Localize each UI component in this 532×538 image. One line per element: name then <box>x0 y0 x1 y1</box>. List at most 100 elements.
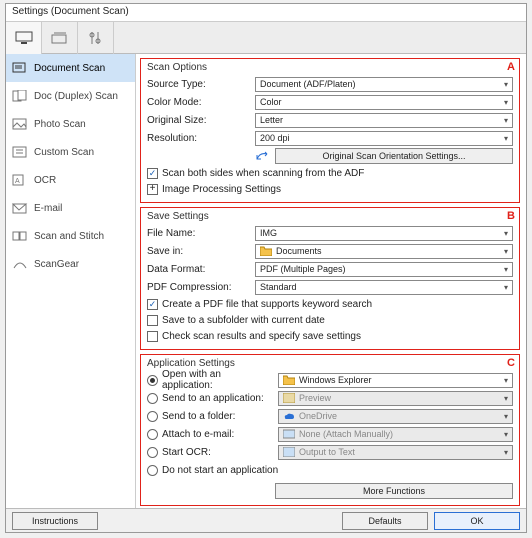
resolution-select[interactable]: 200 dpi▾ <box>255 131 513 146</box>
text-output-icon <box>283 447 295 457</box>
sidebar-item-label: Custom Scan <box>34 147 94 158</box>
settings-window: Settings (Document Scan) Document Scan D… <box>5 3 527 533</box>
start-ocr-select[interactable]: Output to Text▾ <box>278 445 513 460</box>
doc-icon <box>12 61 28 75</box>
ok-button[interactable]: OK <box>434 512 520 530</box>
folder-icon <box>260 246 272 256</box>
pdf-compression-label: PDF Compression: <box>147 282 251 293</box>
start-ocr-radio[interactable] <box>147 447 158 458</box>
sidebar-item-label: ScanGear <box>34 259 79 270</box>
save-settings-group: Save Settings B File Name: IMG▾ Save in:… <box>140 207 520 350</box>
more-functions-button[interactable]: More Functions <box>275 483 513 499</box>
application-settings-group: Application Settings C Open with an appl… <box>140 354 520 506</box>
custom-icon <box>12 145 28 159</box>
open-with-app-select[interactable]: Windows Explorer▾ <box>278 373 513 388</box>
keyword-search-label: Create a PDF file that supports keyword … <box>162 299 372 310</box>
do-not-start-label: Do not start an application <box>162 465 278 476</box>
chevron-down-icon: ▾ <box>504 229 508 238</box>
image-processing-expand[interactable]: + <box>147 184 158 195</box>
main-panel: Scan Options A Source Type: Document (AD… <box>136 54 526 508</box>
attach-email-select[interactable]: None (Attach Manually)▾ <box>278 427 513 442</box>
source-type-select[interactable]: Document (ADF/Platen)▾ <box>255 77 513 92</box>
monitor-icon <box>14 30 34 46</box>
orientation-settings-button[interactable]: Original Scan Orientation Settings... <box>275 148 513 164</box>
chevron-down-icon: ▾ <box>504 98 508 107</box>
open-with-app-radio[interactable] <box>147 375 158 386</box>
save-in-select[interactable]: Documents▾ <box>255 244 513 259</box>
open-with-app-label: Open with an application: <box>162 369 274 391</box>
sidebar-item-scan-stitch[interactable]: Scan and Stitch <box>6 222 135 250</box>
pdf-compression-select[interactable]: Standard▾ <box>255 280 513 295</box>
start-ocr-label: Start OCR: <box>162 447 274 458</box>
chevron-down-icon: ▾ <box>504 394 508 403</box>
chevron-down-icon: ▾ <box>504 247 508 256</box>
mail-icon <box>283 429 295 439</box>
original-size-select[interactable]: Letter▾ <box>255 113 513 128</box>
scangear-icon <box>12 257 28 271</box>
footer: Instructions Defaults OK <box>6 508 526 532</box>
scan-both-sides-checkbox[interactable] <box>147 168 158 179</box>
sidebar-item-scangear[interactable]: ScanGear <box>6 250 135 278</box>
send-to-folder-radio[interactable] <box>147 411 158 422</box>
sidebar-item-label: Scan and Stitch <box>34 231 104 242</box>
preview-icon <box>283 393 295 403</box>
send-to-folder-select[interactable]: OneDrive▾ <box>278 409 513 424</box>
sidebar-item-custom-scan[interactable]: Custom Scan <box>6 138 135 166</box>
sidebar-item-document-scan[interactable]: Document Scan <box>6 54 135 82</box>
sidebar-item-duplex-scan[interactable]: Doc (Duplex) Scan <box>6 82 135 110</box>
chevron-down-icon: ▾ <box>504 265 508 274</box>
attach-email-radio[interactable] <box>147 429 158 440</box>
attach-email-label: Attach to e-mail: <box>162 429 274 440</box>
sidebar-item-label: Doc (Duplex) Scan <box>34 91 118 102</box>
original-size-label: Original Size: <box>147 115 251 126</box>
photo-icon <box>12 117 28 131</box>
window-title: Settings (Document Scan) <box>12 6 129 17</box>
check-results-checkbox[interactable] <box>147 331 158 342</box>
restore-default-icon[interactable] <box>255 150 271 162</box>
send-to-app-select[interactable]: Preview▾ <box>278 391 513 406</box>
onedrive-icon <box>283 411 295 421</box>
data-format-select[interactable]: PDF (Multiple Pages)▾ <box>255 262 513 277</box>
keyword-search-checkbox[interactable] <box>147 299 158 310</box>
sidebar-item-photo-scan[interactable]: Photo Scan <box>6 110 135 138</box>
sidebar-item-email[interactable]: E-mail <box>6 194 135 222</box>
color-mode-select[interactable]: Color▾ <box>255 95 513 110</box>
file-name-input[interactable]: IMG▾ <box>255 226 513 241</box>
send-to-app-radio[interactable] <box>147 393 158 404</box>
scan-both-sides-label: Scan both sides when scanning from the A… <box>162 168 364 179</box>
window-titlebar: Settings (Document Scan) <box>6 4 526 22</box>
chevron-down-icon: ▾ <box>504 134 508 143</box>
tab-scan-from-computer[interactable] <box>6 22 42 54</box>
resolution-label: Resolution: <box>147 133 251 144</box>
send-to-app-label: Send to an application: <box>162 393 274 404</box>
chevron-down-icon: ▾ <box>504 116 508 125</box>
sidebar: Document Scan Doc (Duplex) Scan Photo Sc… <box>6 54 136 508</box>
content-area: Document Scan Doc (Duplex) Scan Photo Sc… <box>6 54 526 508</box>
subfolder-date-checkbox[interactable] <box>147 315 158 326</box>
do-not-start-radio[interactable] <box>147 465 158 476</box>
group-letter-a: A <box>507 61 515 73</box>
chevron-down-icon: ▾ <box>504 448 508 457</box>
file-name-label: File Name: <box>147 228 251 239</box>
data-format-label: Data Format: <box>147 264 251 275</box>
group-letter-c: C <box>507 357 515 369</box>
image-processing-label: Image Processing Settings <box>162 184 281 195</box>
explorer-icon <box>283 375 295 385</box>
source-type-label: Source Type: <box>147 79 251 90</box>
tab-scan-from-panel[interactable] <box>42 22 78 54</box>
sidebar-item-label: Document Scan <box>34 63 105 74</box>
ocr-icon: A <box>12 173 28 187</box>
defaults-button[interactable]: Defaults <box>342 512 428 530</box>
tab-tools[interactable] <box>78 22 114 54</box>
save-settings-legend: Save Settings <box>147 211 513 222</box>
group-letter-b: B <box>507 210 515 222</box>
scan-options-legend: Scan Options <box>147 62 513 73</box>
instructions-button[interactable]: Instructions <box>12 512 98 530</box>
email-icon <box>12 201 28 215</box>
stitch-icon <box>12 229 28 243</box>
sidebar-item-ocr[interactable]: A OCR <box>6 166 135 194</box>
sidebar-item-label: OCR <box>34 175 56 186</box>
tools-icon <box>86 30 106 46</box>
chevron-down-icon: ▾ <box>504 283 508 292</box>
sidebar-item-label: Photo Scan <box>34 119 86 130</box>
